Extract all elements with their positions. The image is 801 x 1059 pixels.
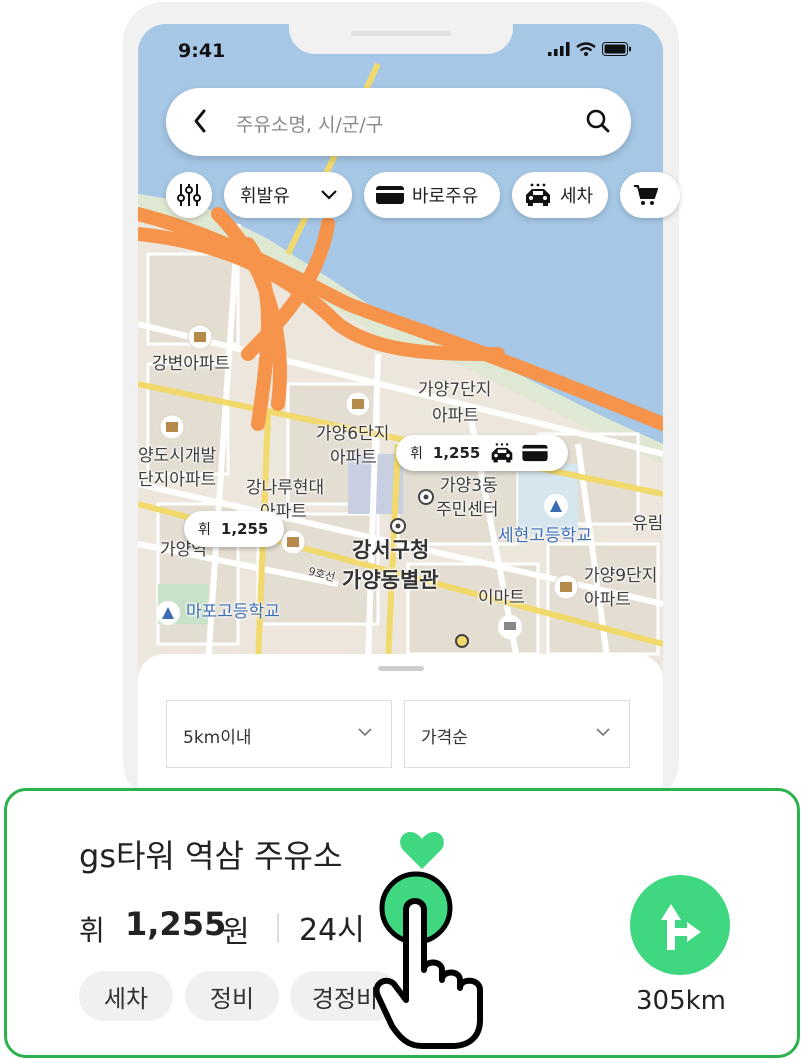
station-price: 1,255 bbox=[125, 905, 227, 943]
card-icon bbox=[376, 186, 404, 204]
car-wash-label: 세차 bbox=[560, 186, 594, 207]
distance-select[interactable]: 5km이내 bbox=[166, 700, 392, 768]
chevron-down-icon bbox=[321, 190, 337, 200]
map-label: 단지아파트 bbox=[138, 470, 217, 490]
map-label: 아파트 bbox=[584, 590, 631, 610]
filter-settings-button[interactable] bbox=[166, 172, 212, 218]
wifi-icon bbox=[576, 42, 596, 56]
fuel-type: 휘 bbox=[79, 914, 105, 947]
station-marker[interactable]: 휘 1,255 bbox=[396, 435, 568, 471]
station-marker[interactable]: 휘 1,255 bbox=[184, 511, 284, 547]
quick-pay-label: 바로주유 bbox=[412, 186, 479, 207]
chevron-down-icon bbox=[596, 728, 610, 737]
map-label: 양도시개발 bbox=[138, 446, 217, 466]
station-distance: 305km bbox=[635, 986, 726, 1016]
map-label: 아파트 bbox=[330, 448, 377, 468]
map-label: 마포고등학교 bbox=[186, 602, 280, 622]
status-time: 9:41 bbox=[178, 40, 226, 62]
sheet-handle[interactable] bbox=[378, 666, 424, 671]
directions-button[interactable] bbox=[630, 875, 730, 975]
fuel-type-dropdown[interactable]: 휘발유 bbox=[224, 172, 352, 218]
map-label: 가양3동 bbox=[440, 476, 498, 496]
marker-price: 1,255 bbox=[432, 444, 481, 462]
heart-icon[interactable] bbox=[399, 831, 445, 871]
map-label: 강나루현대 bbox=[246, 478, 325, 498]
signal-icon bbox=[548, 42, 570, 56]
card-icon bbox=[522, 444, 548, 462]
map-label: 세현고등학교 bbox=[498, 526, 592, 546]
map-label: 강서구청 bbox=[352, 538, 430, 562]
map-label: 가양7단지 bbox=[418, 380, 492, 400]
search-input[interactable]: 주유소명, 시/군/구 bbox=[236, 110, 383, 137]
price-unit: 원 bbox=[222, 915, 250, 950]
status-icons bbox=[548, 42, 632, 56]
quick-pay-chip[interactable]: 바로주유 bbox=[364, 172, 500, 218]
car-wash-icon bbox=[526, 183, 550, 206]
filter-sliders-icon bbox=[177, 184, 201, 206]
car-wash-chip[interactable]: 세차 bbox=[512, 172, 608, 218]
phone-notch bbox=[289, 24, 513, 54]
search-icon[interactable] bbox=[585, 108, 611, 134]
marker-price: 1,255 bbox=[220, 520, 269, 538]
direction-turn-icon bbox=[661, 904, 701, 950]
cart-icon bbox=[634, 185, 658, 205]
map-label: 가양9단지 bbox=[584, 566, 658, 586]
map-label: 아파트 bbox=[432, 406, 479, 426]
fuel-type-label: 휘발유 bbox=[240, 186, 290, 207]
pointing-hand-icon bbox=[373, 871, 483, 1049]
battery-icon bbox=[602, 42, 631, 56]
map-label: 가양동별관 bbox=[342, 568, 439, 592]
map-label: 주민센터 bbox=[436, 500, 499, 520]
marker-fuel: 휘 bbox=[198, 522, 211, 538]
chevron-down-icon bbox=[358, 728, 372, 737]
sort-select-value: 가격순 bbox=[421, 728, 468, 748]
store-chip[interactable] bbox=[620, 172, 680, 218]
search-bar[interactable]: 주유소명, 시/군/구 bbox=[166, 88, 631, 156]
map-label: 유림 bbox=[632, 514, 663, 534]
operating-hours: 24시 bbox=[299, 913, 365, 948]
divider bbox=[277, 913, 279, 943]
map-label: 이마트 bbox=[478, 588, 525, 608]
map-label: 강변아파트 bbox=[152, 354, 231, 374]
station-name: gs타워 역삼 주유소 bbox=[79, 837, 343, 875]
map-label: 가양6단지 bbox=[316, 424, 390, 444]
service-tag: 정비 bbox=[185, 971, 279, 1021]
back-arrow-icon[interactable] bbox=[192, 108, 208, 134]
distance-select-value: 5km이내 bbox=[183, 728, 252, 748]
marker-fuel: 휘 bbox=[410, 446, 423, 462]
sort-select[interactable]: 가격순 bbox=[404, 700, 630, 768]
service-tag: 세차 bbox=[79, 971, 173, 1021]
car-wash-icon bbox=[492, 443, 513, 463]
